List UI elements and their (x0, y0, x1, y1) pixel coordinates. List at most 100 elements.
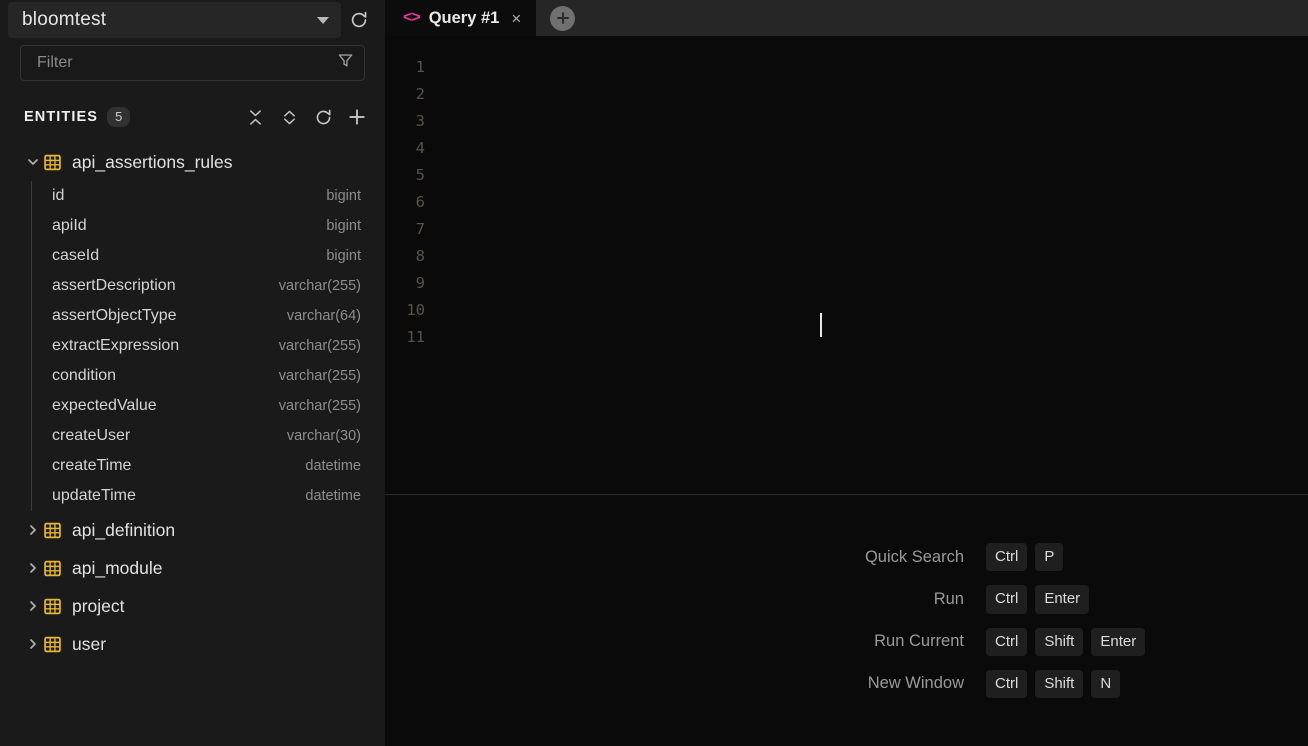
tree-item-label: api_assertions_rules (72, 151, 233, 172)
shortcut-label: Run (933, 589, 964, 608)
line-number: 11 (406, 328, 425, 346)
key-cap: Ctrl (986, 543, 1028, 572)
column-row[interactable]: createUser varchar(30) (0, 421, 385, 451)
column-row[interactable]: assertObjectType varchar(64) (0, 301, 385, 331)
shortcut-row-quick-search: Quick Search Ctrl P (865, 543, 1216, 572)
column-row[interactable]: assertDescription varchar(255) (0, 271, 385, 301)
shortcut-keys: Ctrl Shift N (986, 669, 1216, 698)
shortcut-label: Run Current (874, 632, 964, 651)
table-icon (44, 598, 72, 615)
tree-item-project[interactable]: project (0, 587, 385, 625)
column-type: varchar(255) (278, 398, 361, 414)
column-name: assertDescription (52, 277, 176, 294)
tab-bar: <> Query #1 × (385, 0, 1308, 36)
column-type: varchar(30) (286, 428, 361, 444)
column-row[interactable]: extractExpression varchar(255) (0, 331, 385, 361)
filter-input[interactable] (37, 54, 337, 72)
tab-query-1[interactable]: <> Query #1 × (385, 0, 537, 36)
tree-item-label: user (72, 633, 107, 654)
column-name: expectedValue (52, 397, 157, 414)
key-cap: Shift (1035, 669, 1084, 698)
database-selector-row: bloomtest (0, 1, 385, 39)
funnel-icon[interactable] (337, 52, 354, 74)
entities-count-badge: 5 (107, 106, 131, 128)
line-number: 8 (415, 247, 425, 265)
column-row[interactable]: expectedValue varchar(255) (0, 391, 385, 421)
expand-all-icon[interactable] (279, 107, 299, 127)
column-row[interactable]: updateTime datetime (0, 481, 385, 511)
column-row[interactable]: apiId bigint (0, 211, 385, 241)
column-row[interactable]: condition varchar(255) (0, 361, 385, 391)
line-number: 2 (415, 85, 425, 103)
key-cap: P (1035, 543, 1064, 572)
column-name: createTime (52, 457, 132, 474)
chevron-right-icon[interactable] (22, 599, 44, 613)
filter-box[interactable] (20, 45, 365, 81)
line-number: 4 (415, 139, 425, 157)
key-cap: N (1091, 669, 1121, 698)
new-tab-area (536, 0, 589, 36)
database-selector[interactable]: bloomtest (8, 2, 341, 38)
add-entity-icon[interactable] (347, 107, 367, 127)
tab-label: Query #1 (428, 8, 500, 27)
tree-item-api_assertions_rules[interactable]: api_assertions_rules (0, 143, 385, 181)
chevron-right-icon[interactable] (22, 561, 44, 575)
column-name: updateTime (52, 487, 136, 504)
shortcuts-panel: Quick Search Ctrl P Run Ctrl Enter Run C… (385, 495, 1308, 746)
database-refresh-button[interactable] (341, 2, 377, 38)
chevron-right-icon[interactable] (22, 523, 44, 537)
column-name: assertObjectType (52, 307, 177, 324)
line-number: 9 (415, 274, 425, 292)
app-root: bloomtest ENTITIES 5 (0, 0, 1308, 746)
sql-editor[interactable]: 1 2 3 4 5 6 7 8 9 10 11 (385, 36, 1308, 494)
column-name: condition (52, 367, 117, 384)
column-type: varchar(255) (278, 278, 361, 294)
table-icon (44, 560, 72, 577)
key-cap: Ctrl (986, 669, 1028, 698)
shortcut-row-run-current: Run Current Ctrl Shift Enter (874, 627, 1216, 656)
tree-item-api_definition[interactable]: api_definition (0, 511, 385, 549)
chevron-down-icon[interactable] (22, 155, 44, 169)
entities-refresh-icon[interactable] (313, 107, 333, 127)
entities-header: ENTITIES 5 (0, 95, 385, 139)
column-name: createUser (52, 427, 131, 444)
line-number: 3 (415, 112, 425, 130)
column-name: caseId (52, 247, 100, 264)
shortcut-keys: Ctrl P (986, 543, 1216, 572)
column-row[interactable]: caseId bigint (0, 241, 385, 271)
tree-item-label: api_definition (72, 519, 176, 540)
plus-icon[interactable] (550, 5, 576, 31)
shortcut-row-new-window: New Window Ctrl Shift N (868, 669, 1216, 698)
main-panel: <> Query #1 × 1 2 3 4 5 6 7 8 9 10 11 Qu… (385, 0, 1308, 746)
tree-item-user[interactable]: user (0, 625, 385, 663)
entity-tree: api_assertions_rules id bigint apiId big… (0, 139, 385, 746)
entities-title: ENTITIES (24, 109, 99, 125)
line-number: 6 (415, 193, 425, 211)
chevron-down-icon (317, 16, 329, 24)
column-row[interactable]: id bigint (0, 181, 385, 211)
key-cap: Shift (1035, 627, 1084, 656)
collapse-all-icon[interactable] (245, 107, 265, 127)
column-name: id (52, 187, 65, 204)
tree-item-api_module[interactable]: api_module (0, 549, 385, 587)
filter-section (0, 39, 385, 81)
shortcut-keys: Ctrl Shift Enter (986, 627, 1216, 656)
shortcut-keys: Ctrl Enter (986, 585, 1216, 614)
table-icon (44, 154, 72, 171)
line-number: 7 (415, 220, 425, 238)
code-icon: <> (403, 9, 421, 26)
key-cap: Ctrl (986, 585, 1028, 614)
tree-item-label: api_module (72, 557, 163, 578)
column-list: id bigint apiId bigint caseId bigint ass… (0, 181, 385, 511)
chevron-right-icon[interactable] (22, 637, 44, 651)
column-name: extractExpression (52, 337, 180, 354)
entities-toolbar (245, 107, 367, 127)
line-number-gutter: 1 2 3 4 5 6 7 8 9 10 11 (385, 54, 425, 351)
sidebar: bloomtest ENTITIES 5 (0, 0, 385, 746)
close-icon[interactable]: × (508, 10, 524, 27)
column-type: bigint (326, 218, 361, 234)
column-type: bigint (326, 248, 361, 264)
column-type: datetime (305, 488, 361, 504)
column-row[interactable]: createTime datetime (0, 451, 385, 481)
line-number: 5 (415, 166, 425, 184)
